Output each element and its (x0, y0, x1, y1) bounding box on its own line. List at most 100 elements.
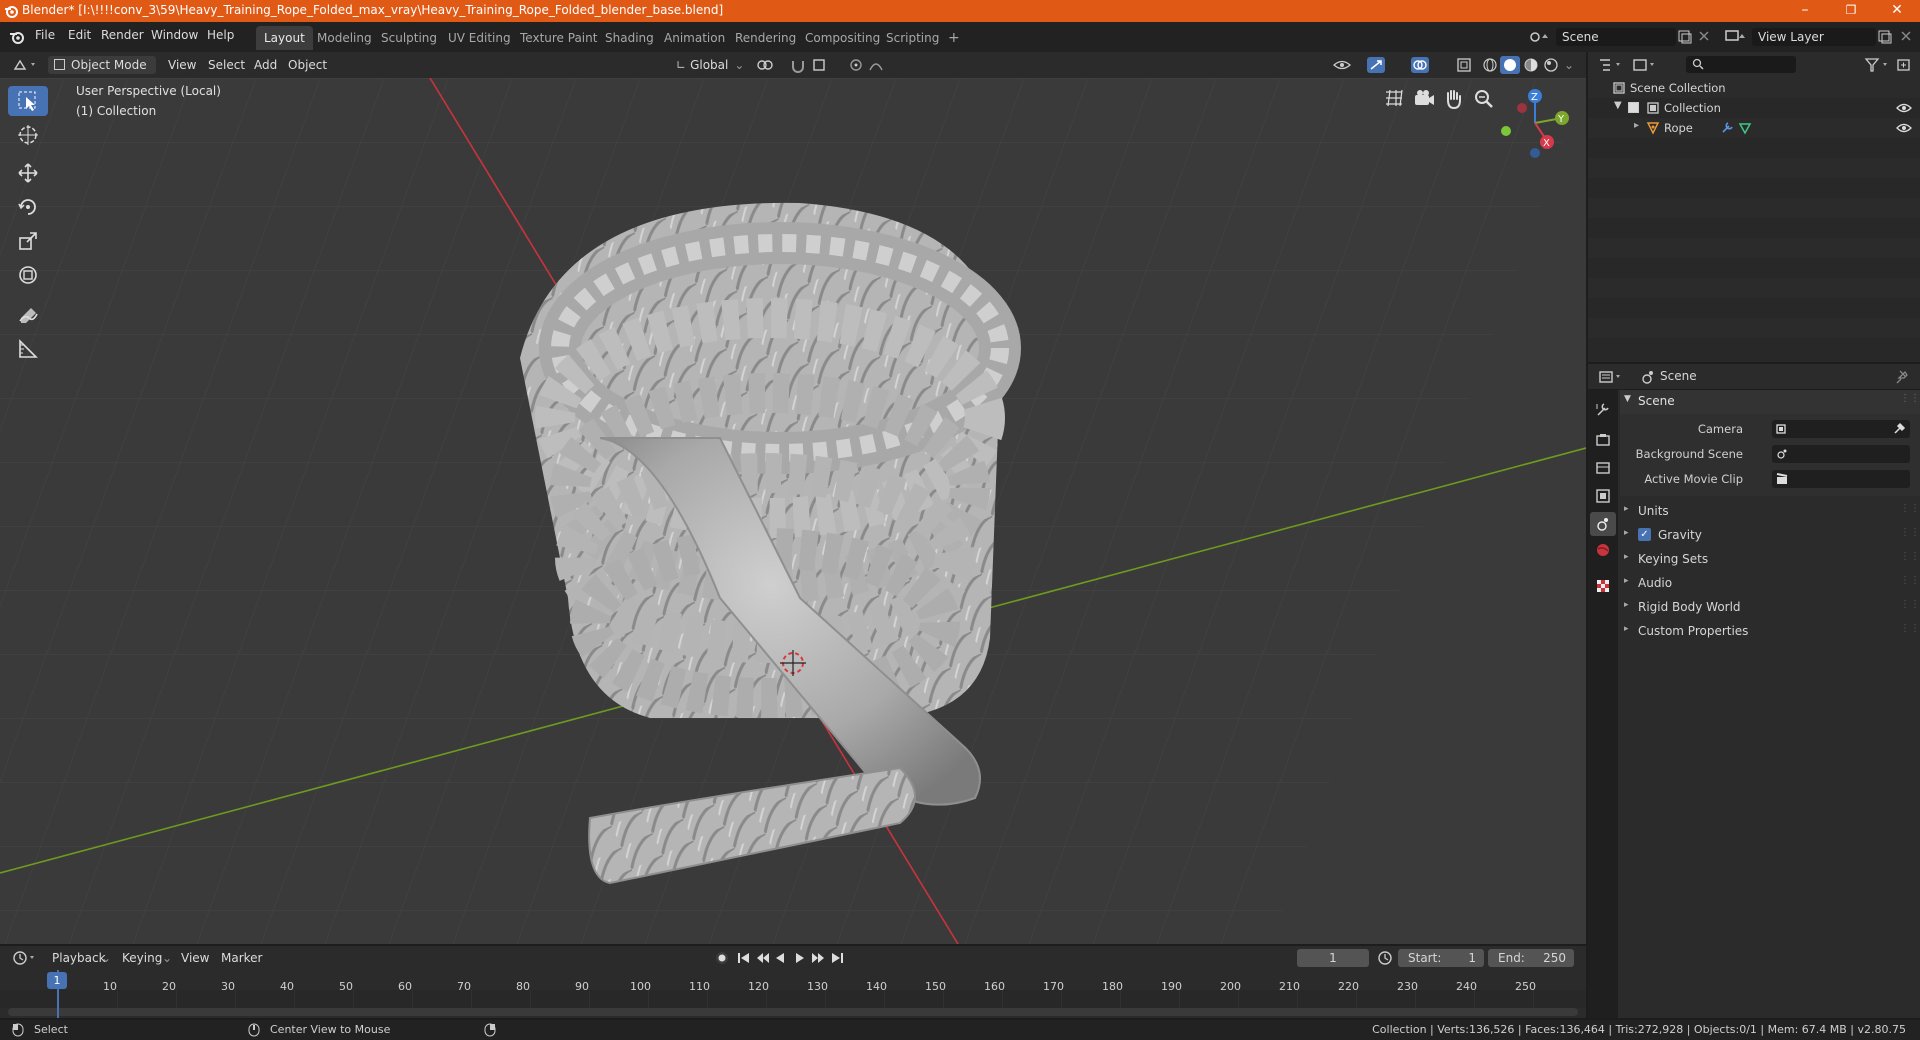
outliner-editor-type-icon[interactable] (1598, 57, 1624, 73)
3d-viewport[interactable]: Z Y X User Perspective (Local) (1) Colle… (0, 78, 1586, 944)
gravity-checkbox[interactable]: ✓ (1638, 528, 1651, 541)
start-frame-field[interactable]: Start: 1 (1398, 949, 1484, 967)
units-subpanel[interactable]: ▸ Units ⋮⋮ (1620, 500, 1920, 522)
scene-panel-header[interactable]: ▼ Scene ⋮⋮ (1620, 390, 1920, 414)
pan-view-hand-icon[interactable] (1442, 88, 1466, 110)
outliner-row[interactable]: Scene Collection (1588, 78, 1920, 98)
new-collection-icon[interactable] (1896, 57, 1912, 73)
outliner-row[interactable]: ▸ Rope (1588, 118, 1920, 138)
tab-uv-editing[interactable]: UV Editing (440, 26, 519, 50)
playback-controls[interactable] (736, 950, 846, 966)
new-view-layer-icon[interactable] (1877, 29, 1893, 45)
timeline-editor-type-icon[interactable] (12, 950, 38, 966)
rendered-shading-icon[interactable] (1543, 57, 1559, 73)
current-frame-field[interactable]: 1 (1297, 949, 1369, 967)
toggle-grid-view-icon[interactable] (1382, 88, 1406, 110)
mesh-data-icon[interactable] (1738, 121, 1752, 135)
menu-file[interactable]: File (35, 28, 55, 42)
material-shading-icon[interactable] (1523, 57, 1539, 73)
scene-selector-icon[interactable] (1527, 28, 1551, 44)
chevron-down-icon[interactable]: ⌄ (101, 949, 111, 967)
drag-handle-icon[interactable]: ⋮⋮ (1900, 599, 1920, 610)
tab-texture-paint[interactable]: Texture Paint (512, 26, 605, 50)
drag-handle-icon[interactable]: ⋮⋮ (1900, 503, 1920, 514)
add-workspace-button[interactable]: + (940, 26, 968, 50)
expand-arrow-icon[interactable]: ▼ (1614, 100, 1622, 111)
new-scene-icon[interactable] (1677, 29, 1693, 45)
solid-shading-icon[interactable] (1500, 56, 1520, 74)
pivot-point-icon[interactable] (755, 57, 785, 73)
menu-help[interactable]: Help (207, 28, 234, 42)
orientation-dropdown[interactable]: ∟ Global ⌄ (670, 56, 746, 74)
scene-tab-active[interactable] (1590, 512, 1616, 536)
scale-tool[interactable] (8, 226, 48, 256)
background-scene-field[interactable] (1772, 445, 1910, 463)
rotate-tool[interactable] (8, 192, 48, 222)
snap-icon[interactable] (790, 57, 834, 73)
eyedropper-icon[interactable] (1892, 422, 1906, 436)
filter-icon[interactable] (1864, 57, 1892, 73)
camera-view-icon[interactable] (1412, 88, 1436, 110)
gizmo-toggle-icon[interactable] (1366, 56, 1400, 74)
zoom-view-icon[interactable] (1472, 88, 1496, 110)
menu-edit[interactable]: Edit (68, 28, 91, 42)
modifier-wrench-icon[interactable] (1720, 121, 1734, 135)
outliner-row[interactable]: ▼ Collection (1588, 98, 1920, 118)
tab-compositing[interactable]: Compositing (797, 26, 888, 50)
minimize-button[interactable]: – (1782, 0, 1828, 22)
tab-modeling[interactable]: Modeling (309, 26, 380, 50)
view-layer-field[interactable]: View Layer (1752, 28, 1876, 46)
overlay-toggle-icon[interactable] (1410, 56, 1444, 74)
tab-shading[interactable]: Shading (597, 26, 662, 50)
annotate-tool[interactable] (8, 300, 48, 330)
collection-checkbox[interactable] (1628, 102, 1639, 113)
proportional-editing-icon[interactable] (848, 57, 898, 73)
playhead-frame[interactable]: 1 (47, 972, 67, 989)
delete-view-layer-icon[interactable] (1899, 29, 1913, 43)
preview-range-clock-icon[interactable] (1377, 950, 1393, 966)
select-box-tool[interactable] (8, 86, 48, 116)
camera-field[interactable] (1772, 420, 1910, 438)
tab-scripting[interactable]: Scripting (878, 26, 947, 50)
menu-object[interactable]: Object (288, 56, 327, 74)
transform-tool[interactable] (8, 260, 48, 290)
menu-select[interactable]: Select (208, 56, 245, 74)
menu-add[interactable]: Add (254, 56, 277, 74)
view-layer-icon[interactable] (1724, 28, 1748, 44)
texture-tab-icon[interactable] (1595, 578, 1611, 594)
menu-window[interactable]: Window (151, 28, 198, 42)
restore-button[interactable]: ❐ (1828, 0, 1874, 22)
menu-view[interactable]: View (181, 949, 209, 967)
properties-editor-type-icon[interactable] (1598, 369, 1624, 385)
eye-icon[interactable] (1896, 122, 1912, 134)
mode-dropdown[interactable]: Object Mode (48, 56, 156, 74)
move-tool[interactable] (8, 158, 48, 188)
chevron-down-icon[interactable]: ⌄ (162, 949, 172, 967)
drag-handle-icon[interactable]: ⋮⋮ (1900, 527, 1920, 538)
menu-playback[interactable]: Playback (52, 949, 106, 967)
drag-handle-icon[interactable]: ⋮⋮ (1900, 551, 1920, 562)
active-movie-clip-field[interactable] (1772, 470, 1910, 488)
gravity-subpanel[interactable]: ▸ ✓ Gravity ⋮⋮ (1620, 524, 1920, 546)
drag-handle-icon[interactable]: ⋮⋮ (1900, 393, 1920, 404)
end-frame-field[interactable]: End: 250 (1488, 949, 1574, 967)
editor-type-icon[interactable] (12, 57, 38, 73)
menu-marker[interactable]: Marker (221, 949, 262, 967)
scene-name-field[interactable]: Scene (1556, 28, 1676, 46)
menu-keying[interactable]: Keying (122, 949, 162, 967)
audio-subpanel[interactable]: ▸ Audio ⋮⋮ (1620, 572, 1920, 594)
record-icon[interactable] (714, 950, 730, 966)
measure-tool[interactable] (8, 334, 48, 364)
timeline-scrollbar[interactable] (8, 1008, 1578, 1016)
tab-layout[interactable]: Layout (256, 26, 313, 50)
custom-properties-subpanel[interactable]: ▸ Custom Properties ⋮⋮ (1620, 620, 1920, 642)
pin-icon[interactable] (1896, 369, 1910, 385)
menu-render[interactable]: Render (101, 28, 144, 42)
shading-options-chevron-icon[interactable]: ⌄ (1564, 56, 1574, 74)
drag-handle-icon[interactable]: ⋮⋮ (1900, 623, 1920, 634)
cursor-tool[interactable] (8, 120, 48, 150)
tab-rendering[interactable]: Rendering (727, 26, 804, 50)
delete-scene-icon[interactable] (1697, 29, 1711, 43)
outliner-search-input[interactable] (1686, 56, 1796, 73)
tab-animation[interactable]: Animation (656, 26, 733, 50)
